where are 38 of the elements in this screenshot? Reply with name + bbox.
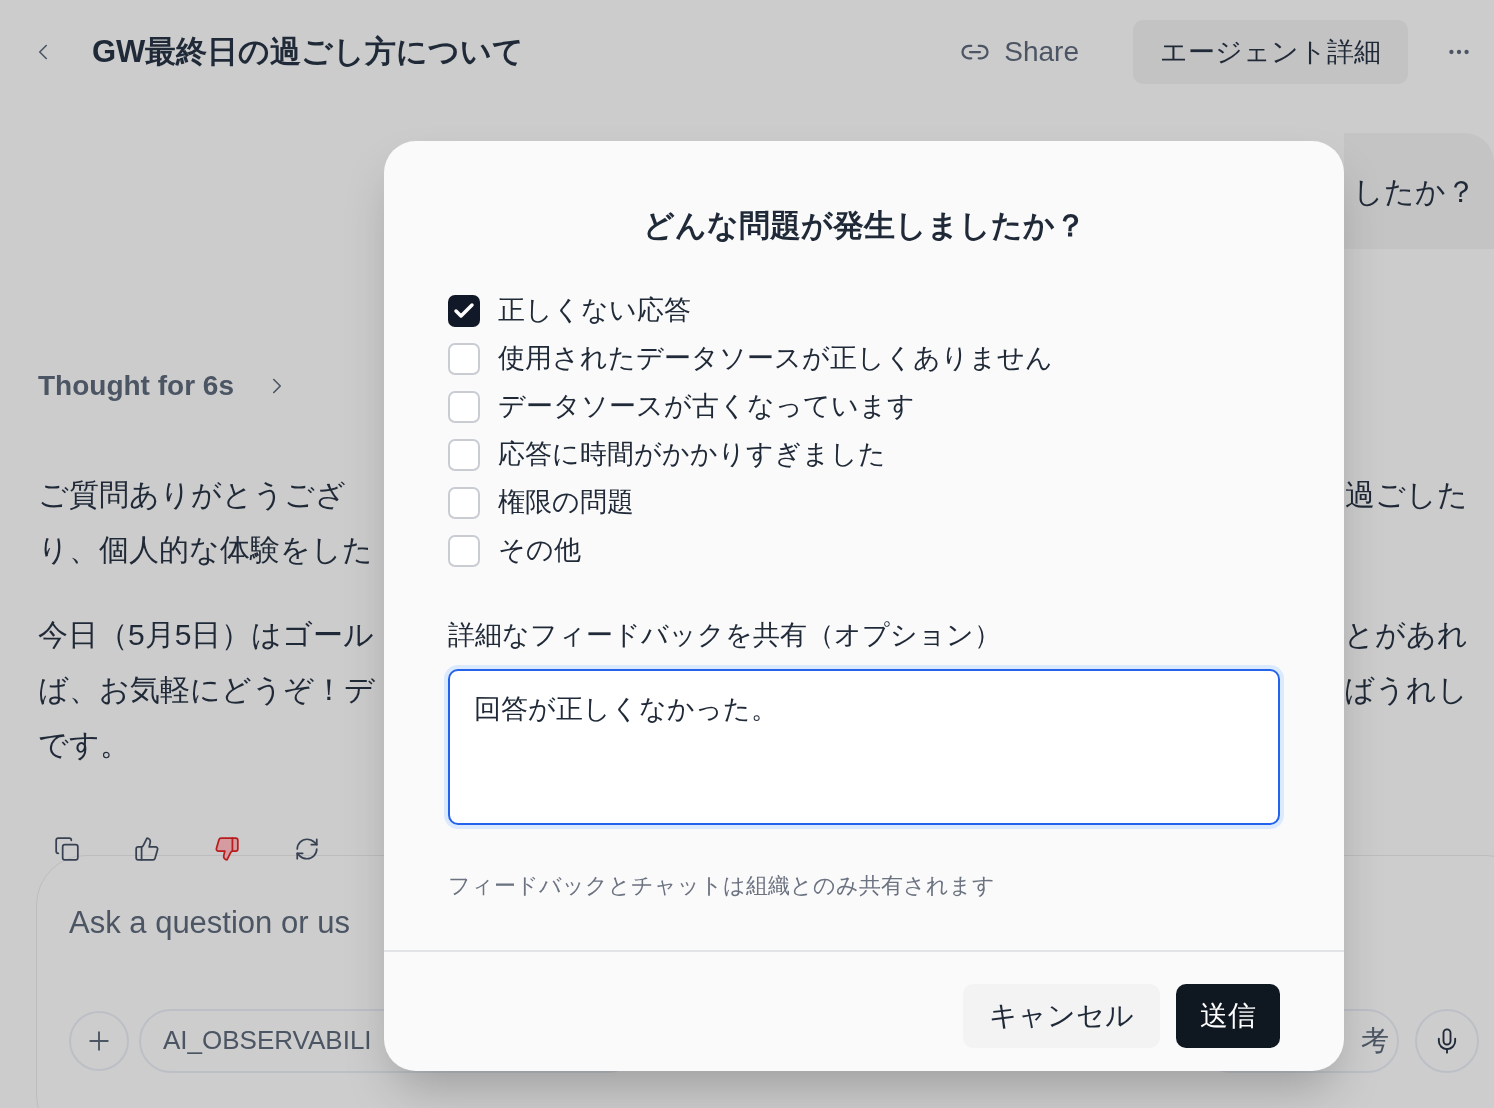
answer-text: ば、お気軽にどうぞ！デ: [38, 672, 375, 708]
like-button[interactable]: [134, 836, 160, 862]
copy-button[interactable]: [54, 836, 80, 862]
checkbox[interactable]: [448, 294, 480, 327]
answer-text: り、個人的な体験をした: [38, 532, 373, 568]
checkbox[interactable]: [448, 438, 480, 471]
checkbox[interactable]: [448, 486, 480, 519]
answer-text: とがあれ: [1344, 617, 1468, 653]
details-label: 詳細なフィードバックを共有（オプション）: [448, 618, 1002, 652]
dialog-title: どんな問題が発生しましたか？: [642, 207, 1086, 245]
cancel-button[interactable]: キャンセル: [963, 984, 1160, 1048]
checkbox[interactable]: [448, 342, 480, 375]
add-button[interactable]: [69, 1010, 129, 1071]
privacy-note: フィードバックとチャットは組織とのみ共有されます: [448, 872, 996, 900]
message-text: したか？: [1353, 174, 1476, 210]
answer-text: です。: [38, 727, 130, 763]
answer-text: ばうれし: [1344, 672, 1468, 708]
chat-title: GW最終日の過ごし方について: [92, 32, 525, 71]
checkbox[interactable]: [448, 390, 480, 423]
agent-details-button[interactable]: エージェント詳細: [1133, 20, 1408, 84]
option-label[interactable]: 応答に時間がかかりすぎました: [498, 434, 886, 475]
checkbox[interactable]: [448, 534, 480, 567]
microphone-button[interactable]: [1415, 1008, 1479, 1073]
feedback-field[interactable]: 回答が正しくなかった。: [448, 669, 1280, 825]
option-label[interactable]: 使用されたデータソースが正しくありません: [498, 338, 1053, 379]
answer-text: ご質問ありがとうござ: [38, 477, 346, 513]
answer-text: 過ごした: [1345, 477, 1468, 513]
dislike-button[interactable]: [214, 836, 240, 862]
regenerate-button[interactable]: [294, 836, 320, 862]
option-label[interactable]: データソースが古くなっています: [498, 386, 915, 427]
message-input[interactable]: Ask a question or us: [69, 900, 469, 947]
option-label[interactable]: 権限の問題: [498, 482, 634, 523]
submit-button[interactable]: 送信: [1176, 984, 1280, 1048]
option-label[interactable]: その他: [498, 530, 581, 571]
thought-toggle[interactable]: Thought for 6s: [38, 365, 234, 407]
option-label[interactable]: 正しくない応答: [498, 290, 691, 331]
share-button[interactable]: Share: [952, 31, 1087, 73]
answer-text: 今日（5月5日）はゴール: [38, 617, 375, 653]
